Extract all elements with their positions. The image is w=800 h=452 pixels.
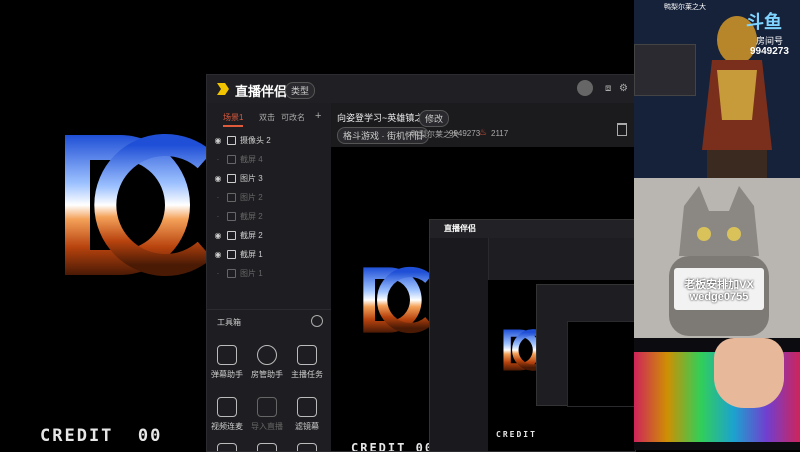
source-row[interactable]: ◉ 截屏 2 — [213, 226, 325, 244]
image-icon — [227, 192, 236, 202]
toolbox-collapse-icon[interactable] — [311, 315, 323, 327]
type-chip[interactable]: 类型 — [285, 82, 316, 99]
task-icon — [297, 345, 317, 365]
credit-label-nested: CREDIT — [496, 430, 537, 439]
gift-icon[interactable]: ⧈ — [605, 83, 611, 94]
eye-off-icon[interactable]: · — [213, 193, 223, 202]
source-row[interactable]: · 截屏 2 — [213, 207, 325, 225]
eye-icon[interactable]: ◉ — [213, 250, 223, 259]
nested-preview: CREDIT — [488, 280, 635, 451]
add-scene-button[interactable]: + — [315, 110, 321, 122]
user-avatar[interactable] — [577, 80, 593, 96]
eye-icon[interactable]: ◉ — [213, 231, 223, 240]
screen-icon — [227, 249, 236, 259]
title-bar: 直播伴侣 类型 ⧈ ⚙ — [207, 75, 635, 103]
image-icon — [227, 268, 236, 278]
import-icon — [257, 397, 277, 417]
cat-image — [669, 186, 769, 336]
trash-icon[interactable] — [617, 123, 627, 136]
filter-icon — [297, 397, 317, 417]
edit-title-button[interactable]: 修改 — [419, 110, 450, 127]
nested-title-bar: 直播伴侣 — [430, 220, 635, 238]
source-row[interactable]: · 截屏 4 — [213, 150, 325, 168]
eye-icon[interactable]: ◉ — [213, 174, 223, 183]
nested-window-2 — [536, 284, 635, 407]
keyboard-camera-panel — [634, 338, 800, 450]
streaming-companion-window: 直播伴侣 类型 ⧈ ⚙ 场景1 双击 可改名 + ◉ 摄像头 2 · 截屏 4 ◉ 图… — [206, 74, 636, 452]
source-row[interactable]: ◉ 摄像头 2 — [213, 131, 325, 149]
game-character-panel: 斗鱼 房间号 9949273 鸭梨尔莱之大 — [634, 0, 800, 178]
preview-canvas[interactable]: CREDIT 00 直播伴侣 CREDIT — [331, 147, 635, 451]
screen-icon — [227, 211, 236, 221]
small-window-thumb — [634, 44, 696, 96]
douyu-brand: 斗鱼 — [746, 12, 782, 32]
eye-off-icon[interactable]: · — [213, 155, 223, 164]
video-link-icon — [217, 397, 237, 417]
eye-icon[interactable]: ◉ — [213, 136, 223, 145]
tab-scene1[interactable]: 场景1 — [223, 112, 244, 127]
vx-line2: wedge0755 — [689, 291, 749, 303]
room-number: 9949273 — [750, 46, 789, 57]
screen-icon — [227, 154, 236, 164]
image-icon — [227, 173, 236, 183]
tool-filter[interactable]: 滤镜幕 — [287, 397, 327, 432]
viewer-count: 2117 — [491, 129, 509, 138]
source-row[interactable]: · 图片 1 — [213, 264, 325, 282]
game-logo-dc-small — [363, 266, 431, 334]
hand-image — [714, 338, 784, 408]
app-logo-icon — [217, 83, 229, 95]
game-logo-dc — [65, 134, 210, 276]
nested-sources — [430, 238, 489, 451]
nested-preview-2 — [567, 321, 635, 407]
app-name: 直播伴侣 — [235, 84, 288, 99]
scene-sources-panel: 场景1 双击 可改名 + ◉ 摄像头 2 · 截屏 4 ◉ 图片 3 · 图片 2 · 截… — [207, 103, 332, 451]
game-capture-left: CREDIT 00 — [0, 0, 210, 450]
eye-off-icon[interactable]: · — [213, 269, 223, 278]
tool-admin[interactable]: 房管助手 — [247, 345, 287, 380]
screen-icon — [227, 230, 236, 240]
divider — [207, 309, 331, 310]
stream-preview-panel: 向姿登学习~英雄镇之子! 修改 格斗游戏 · 街机怀旧 鸭梨尔莱之大 99492… — [331, 103, 635, 451]
room-id: 9949273 — [449, 129, 481, 138]
vx-line1: 老板安排加VX — [684, 279, 754, 291]
overlay-streamer: 鸭梨尔莱之大 — [664, 4, 706, 11]
tool-video-link[interactable]: 视频连麦 — [207, 397, 247, 432]
tool-danmaku[interactable]: 弹幕助手 — [207, 345, 247, 380]
nested-app-name: 直播伴侣 — [444, 224, 476, 233]
tab-renamable[interactable]: 可改名 — [281, 112, 305, 123]
tool-import[interactable]: 导入直播 — [247, 397, 287, 432]
settings-icon[interactable]: ⚙ — [619, 83, 628, 94]
credit-label-left: CREDIT 00 — [40, 426, 163, 446]
toolbox-label: 工具箱 — [217, 318, 241, 327]
source-row[interactable]: · 图片 2 — [213, 188, 325, 206]
eye-off-icon[interactable]: · — [213, 212, 223, 221]
source-row[interactable]: ◉ 截屏 1 — [213, 245, 325, 263]
camera-icon — [227, 135, 236, 145]
tab-double-click[interactable]: 双击 — [259, 112, 275, 123]
fire-icon: ♨ — [479, 127, 488, 137]
danmaku-icon — [217, 345, 237, 365]
admin-icon — [257, 345, 277, 365]
source-row[interactable]: ◉ 图片 3 — [213, 169, 325, 187]
tool-task[interactable]: 主播任务 — [287, 345, 327, 380]
nested-window-1: 直播伴侣 CREDIT — [429, 219, 635, 451]
cat-meme-panel: 老板安排加VX wedge0755 — [634, 178, 800, 338]
